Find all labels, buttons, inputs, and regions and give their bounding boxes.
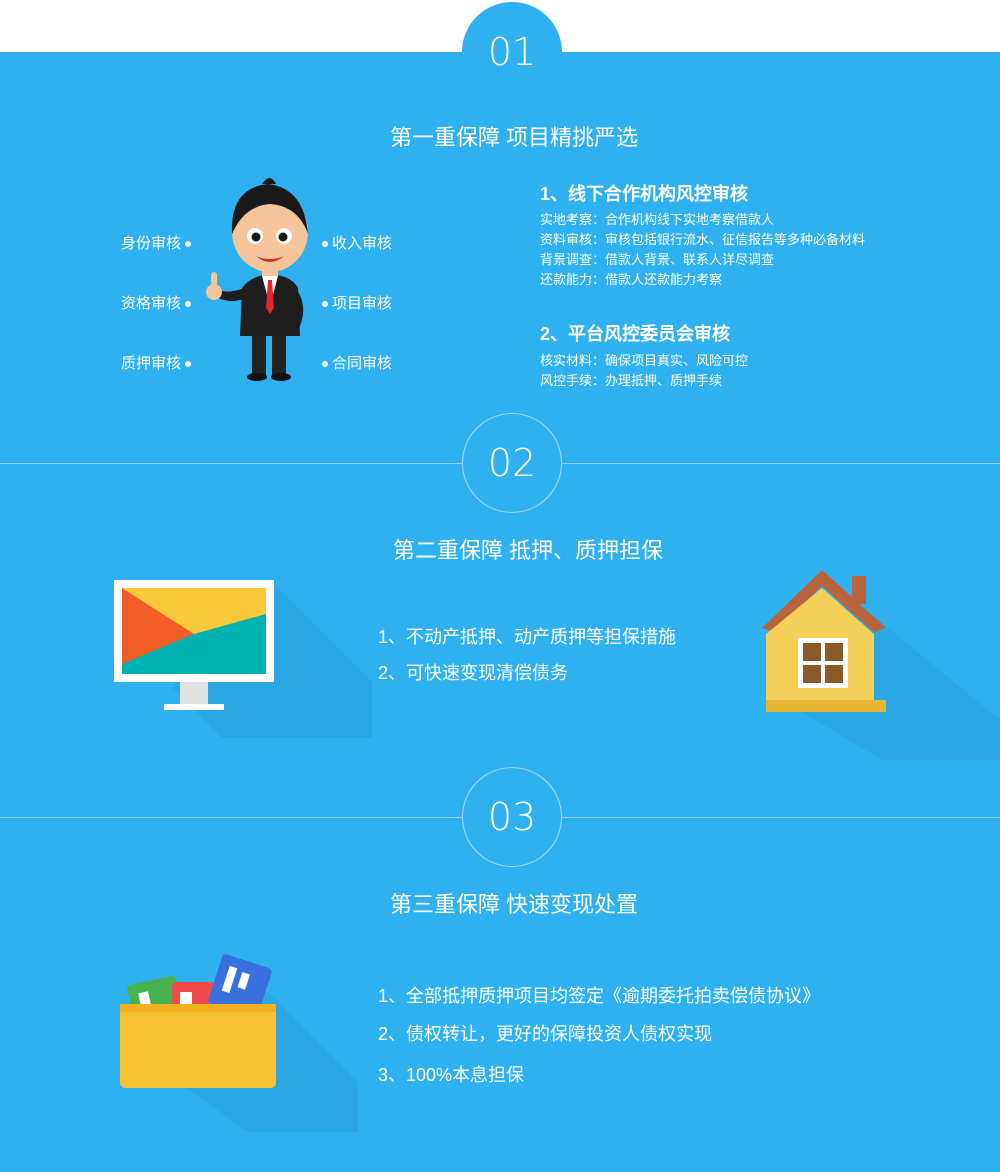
review-item-right-3: 合同审核	[318, 352, 392, 373]
folder-cards-icon	[120, 954, 358, 1132]
house-icon	[762, 570, 1000, 760]
block-1-heading: 1、线下合作机构风控审核	[540, 184, 749, 204]
section-1-badge: 01	[462, 2, 562, 102]
section-3-bullet-1: 1、全部抵押质押项目均签定《逾期委托拍卖偿债协议》	[378, 986, 821, 1006]
block-2-line-2: 风控手续：办理抵押、质押手续	[540, 373, 723, 388]
review-item-left-2: 资格审核	[121, 292, 195, 313]
section-3-badge: 03	[462, 767, 562, 867]
section-2-bullet-1: 1、不动产抵押、动产质押等担保措施	[378, 627, 677, 647]
section-2-badge: 02	[462, 413, 562, 513]
section-2-bullet-2: 2、可快速变现清偿债务	[378, 663, 569, 683]
section-3-bullet-2: 2、债权转让，更好的保障投资人债权实现	[378, 1024, 713, 1044]
section-3-title: 第三重保障 快速变现处置	[389, 892, 639, 917]
block-1-line-4: 还款能力：借款人还款能力考察	[540, 272, 723, 287]
section-1-title: 第一重保障 项目精挑严选	[389, 125, 639, 150]
block-1-line-2: 资料审核：审核包括银行流水、征信报告等多种必备材料	[540, 232, 866, 247]
businessman-thumbs-up-illustration	[206, 178, 308, 381]
review-item-right-2: 项目审核	[318, 292, 392, 313]
monitor-icon	[114, 580, 372, 738]
block-2-line-1: 核实材料：确保项目真实、风险可控	[540, 353, 749, 368]
review-item-left-3: 质押审核	[121, 352, 195, 373]
review-item-left-1: 身份审核	[121, 232, 195, 253]
block-1-line-3: 背景调查：借款人背景、联系人详尽调查	[540, 252, 775, 267]
block-1-line-1: 实地考察：合作机构线下实地考察借款人	[540, 212, 775, 227]
block-2-heading: 2、平台风控委员会审核	[540, 324, 731, 344]
section-3-bullet-3: 3、100%本息担保	[378, 1065, 525, 1085]
review-item-right-1: 收入审核	[318, 232, 392, 253]
section-2-title: 第二重保障 抵押、质押担保	[392, 538, 664, 563]
